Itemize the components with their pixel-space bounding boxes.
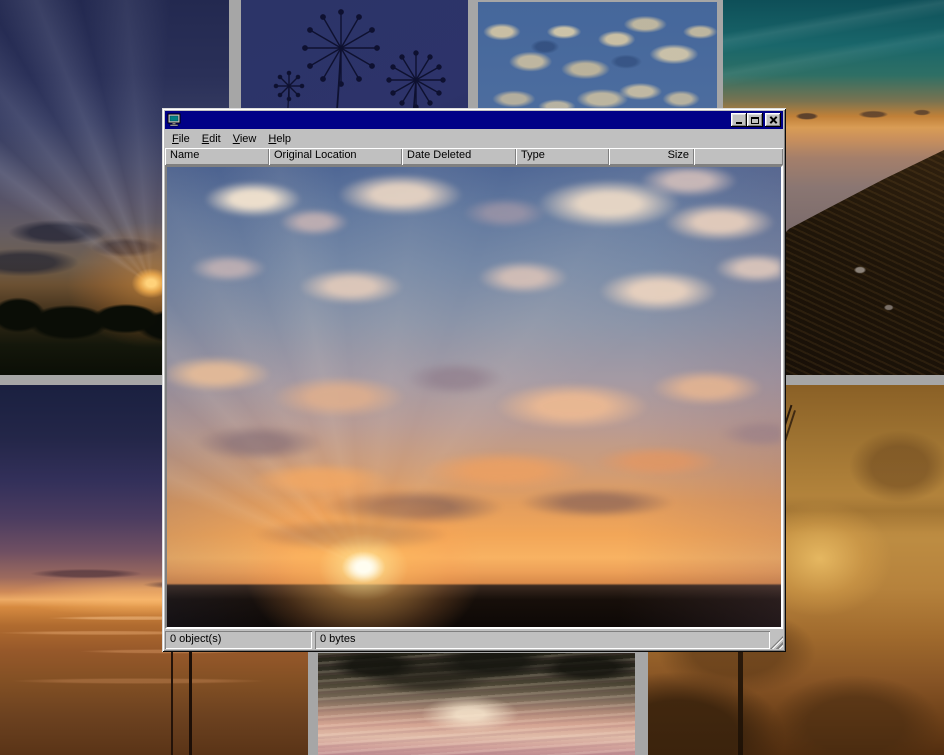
recycle-bin-window: File Edit View Help Name Original Locati…	[162, 108, 786, 652]
file-list-area[interactable]	[165, 165, 783, 629]
menu-help[interactable]: Help	[262, 131, 297, 147]
column-header-size[interactable]: Size	[609, 148, 694, 165]
bg-photo-water-reflections	[318, 653, 635, 755]
desktop-collage: File Edit View Help Name Original Locati…	[0, 0, 944, 755]
column-header-type[interactable]: Type	[516, 148, 609, 165]
close-button[interactable]	[765, 113, 781, 127]
column-header-date-deleted[interactable]: Date Deleted	[402, 148, 516, 165]
minimize-icon	[736, 122, 742, 124]
column-header-row: Name Original Location Date Deleted Type…	[165, 148, 783, 165]
statusbar: 0 object(s) 0 bytes	[165, 631, 783, 649]
menu-file[interactable]: File	[166, 131, 196, 147]
setting-sun	[167, 167, 781, 627]
maximize-button[interactable]	[747, 113, 763, 127]
column-header-original-location[interactable]: Original Location	[269, 148, 402, 165]
status-object-count: 0 object(s)	[165, 631, 312, 649]
computer-icon	[167, 113, 181, 127]
titlebar[interactable]	[165, 111, 783, 129]
column-header-name[interactable]: Name	[165, 148, 269, 165]
column-header-empty[interactable]	[694, 148, 783, 165]
status-byte-count: 0 bytes	[315, 631, 770, 649]
menubar: File Edit View Help	[165, 129, 783, 148]
close-icon	[769, 116, 778, 124]
resize-grip[interactable]	[770, 636, 783, 649]
menu-view[interactable]: View	[227, 131, 263, 147]
menu-edit[interactable]: Edit	[196, 131, 227, 147]
maximize-icon	[751, 117, 759, 124]
minimize-button[interactable]	[731, 113, 747, 127]
